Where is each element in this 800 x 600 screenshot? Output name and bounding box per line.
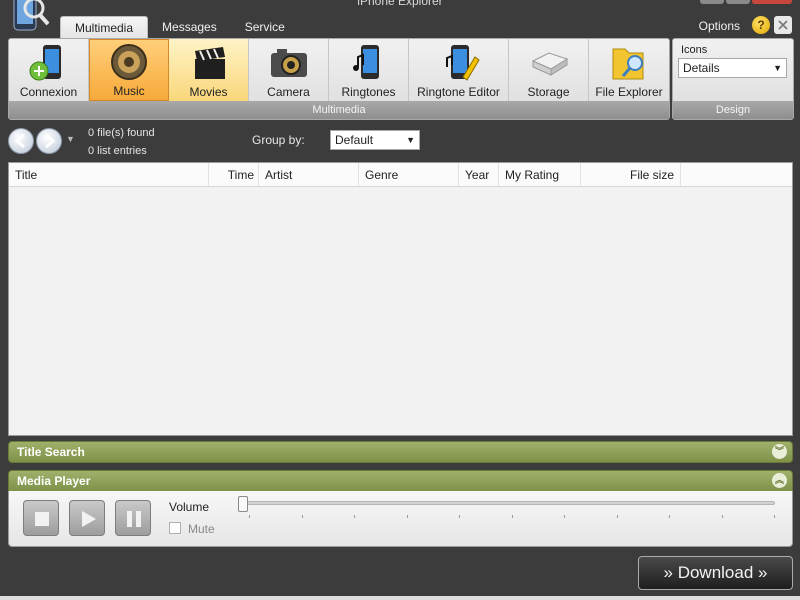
ribbon-music-button[interactable]: Music <box>89 39 169 101</box>
icons-label: Icons <box>681 44 708 56</box>
volume-tick <box>354 515 355 518</box>
phone-music-icon <box>352 45 379 79</box>
mute-label: Mute <box>188 522 215 536</box>
play-icon <box>82 511 96 527</box>
window-title: iPhone Explorer <box>357 0 443 8</box>
phone-connexion-icon <box>29 45 61 81</box>
back-button[interactable] <box>8 128 34 154</box>
stop-button[interactable] <box>23 500 59 536</box>
collapse-icon[interactable]: ︽ <box>772 473 787 488</box>
media-table[interactable]: Title Time Artist Genre Year My Rating F… <box>8 162 793 436</box>
ribbon-ringtone-editor-button[interactable]: Ringtone Editor <box>409 39 509 101</box>
ribbon-multimedia: Connexion Music Movies Camera Ringtones … <box>8 38 670 120</box>
table-header: Title Time Artist Genre Year My Rating F… <box>9 163 792 187</box>
media-player-label: Media Player <box>17 474 91 488</box>
ribbon-group-label: Multimedia <box>9 101 669 119</box>
window-controls <box>700 0 792 4</box>
help-icon[interactable]: ? <box>752 16 770 34</box>
phone-edit-icon <box>445 45 480 81</box>
volume-label: Volume <box>169 500 210 514</box>
speaker-icon <box>111 44 147 80</box>
tab-messages[interactable]: Messages <box>148 16 231 39</box>
storage-drive-icon <box>531 52 568 76</box>
volume-tick <box>721 515 723 518</box>
ribbon-camera-button[interactable]: Camera <box>249 39 329 101</box>
tab-service[interactable]: Service <box>231 16 299 39</box>
folder-search-icon <box>612 48 644 80</box>
ribbon-ringtones-button[interactable]: Ringtones <box>329 39 409 101</box>
title-search-label: Title Search <box>17 445 85 459</box>
mute-checkbox[interactable] <box>169 522 181 534</box>
column-title[interactable]: Title <box>9 163 209 186</box>
files-found-count: 0 file(s) found <box>88 127 155 139</box>
group-by-select[interactable]: Default ▼ <box>330 130 420 150</box>
media-player-panel-header[interactable]: Media Player ︽ <box>8 470 793 492</box>
pause-icon <box>127 511 141 527</box>
title-search-panel-header[interactable]: Title Search ︾ <box>8 441 793 463</box>
volume-tick <box>459 515 460 518</box>
media-player-body: Volume Mute <box>8 491 793 547</box>
arrow-left-icon <box>14 133 25 149</box>
volume-tick <box>564 515 565 518</box>
volume-tick <box>406 515 408 518</box>
column-artist[interactable]: Artist <box>259 163 359 186</box>
volume-tick <box>774 515 775 518</box>
close-ribbon-icon[interactable] <box>774 16 792 34</box>
ribbon-storage-button[interactable]: Storage <box>509 39 589 101</box>
play-button[interactable] <box>69 500 105 536</box>
arrow-right-icon <box>45 133 56 149</box>
column-year[interactable]: Year <box>459 163 499 186</box>
chevron-down-icon: ▼ <box>773 63 782 73</box>
chevron-down-icon: ▼ <box>406 135 415 145</box>
forward-button[interactable] <box>36 128 62 154</box>
maximize-button[interactable] <box>726 0 750 4</box>
volume-tick <box>301 515 303 518</box>
column-my-rating[interactable]: My Rating <box>499 163 581 186</box>
design-group-label: Design <box>673 101 793 119</box>
column-genre[interactable]: Genre <box>359 163 459 186</box>
list-entries-count: 0 list entries <box>88 145 147 157</box>
column-time[interactable]: Time <box>209 163 259 186</box>
volume-slider-thumb[interactable] <box>238 496 248 512</box>
volume-tick <box>511 515 513 518</box>
group-by-label: Group by: <box>252 133 305 147</box>
window-close-button[interactable] <box>752 0 792 4</box>
ribbon-connexion-button[interactable]: Connexion <box>9 39 89 101</box>
volume-slider[interactable] <box>238 496 775 512</box>
volume-tick <box>616 515 618 518</box>
status-strip <box>0 596 800 600</box>
column-file-size[interactable]: File size <box>581 163 681 186</box>
camera-icon <box>270 49 307 77</box>
volume-tick <box>249 515 250 518</box>
expand-icon[interactable]: ︾ <box>772 444 787 459</box>
view-mode-select[interactable]: Details ▼ <box>678 58 787 78</box>
minimize-button[interactable] <box>700 0 724 4</box>
stop-icon <box>35 512 49 526</box>
tab-multimedia[interactable]: Multimedia <box>60 16 149 39</box>
options-link[interactable]: Options <box>699 19 740 33</box>
ribbon-tabs: Multimedia Messages Service <box>60 16 299 39</box>
ribbon-file-explorer-button[interactable]: File Explorer <box>589 39 669 101</box>
ribbon-movies-button[interactable]: Movies <box>169 39 249 101</box>
ribbon-design: Icons Details ▼ Design <box>672 38 794 120</box>
pause-button[interactable] <box>115 500 151 536</box>
history-dropdown-icon[interactable]: ▼ <box>66 134 75 144</box>
clapperboard-icon <box>194 47 225 79</box>
volume-tick <box>669 515 670 518</box>
download-button[interactable]: » Download » <box>638 556 793 590</box>
